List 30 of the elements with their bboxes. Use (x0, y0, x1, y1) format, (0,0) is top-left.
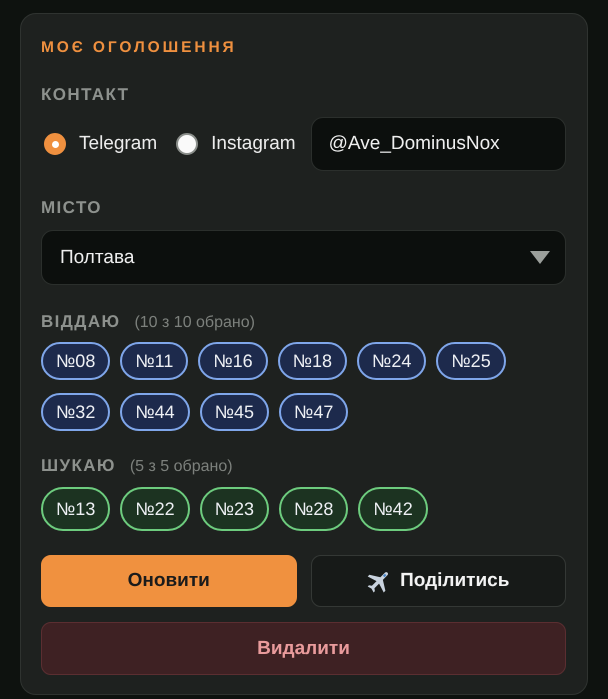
number-chip[interactable]: №11 (120, 342, 188, 380)
delete-button[interactable]: Видалити (41, 622, 566, 675)
number-chip[interactable]: №42 (358, 487, 428, 531)
number-chip[interactable]: №08 (41, 342, 110, 380)
number-chip[interactable]: №13 (41, 487, 110, 531)
section-label: МІСТО (41, 198, 102, 218)
update-button[interactable]: Оновити (41, 555, 296, 607)
section-label: ВІДДАЮ (41, 312, 120, 332)
number-chip[interactable]: №28 (279, 487, 348, 531)
number-chip[interactable]: №24 (357, 342, 426, 380)
number-chip[interactable]: №16 (198, 342, 268, 380)
section-label: ШУКАЮ (41, 456, 116, 476)
handle-field[interactable]: @Ave_DominusNox (310, 117, 566, 171)
selection-count: (10 з 10 обрано) (134, 313, 255, 333)
number-chip[interactable]: №25 (436, 342, 506, 380)
radio-option[interactable]: Instagram (176, 133, 296, 155)
number-chip[interactable]: №22 (120, 487, 190, 531)
number-chip[interactable]: №47 (279, 393, 348, 431)
radio-option[interactable]: Telegram (44, 133, 158, 155)
number-chip[interactable]: №32 (41, 393, 110, 431)
form-title: МОЄ ОГОЛОШЕННЯ (41, 39, 237, 57)
number-chip[interactable]: №45 (200, 393, 270, 431)
section-label: КОНТАКТ (41, 85, 130, 105)
number-chip[interactable]: №18 (278, 342, 348, 380)
number-chip[interactable]: №23 (200, 487, 270, 531)
selection-count: (5 з 5 обрано) (130, 457, 233, 477)
number-chip[interactable]: №44 (120, 393, 190, 431)
caret-icon (530, 251, 550, 264)
share-button[interactable]: Поділитись (310, 555, 566, 607)
city-select[interactable]: Полтава (41, 230, 566, 285)
